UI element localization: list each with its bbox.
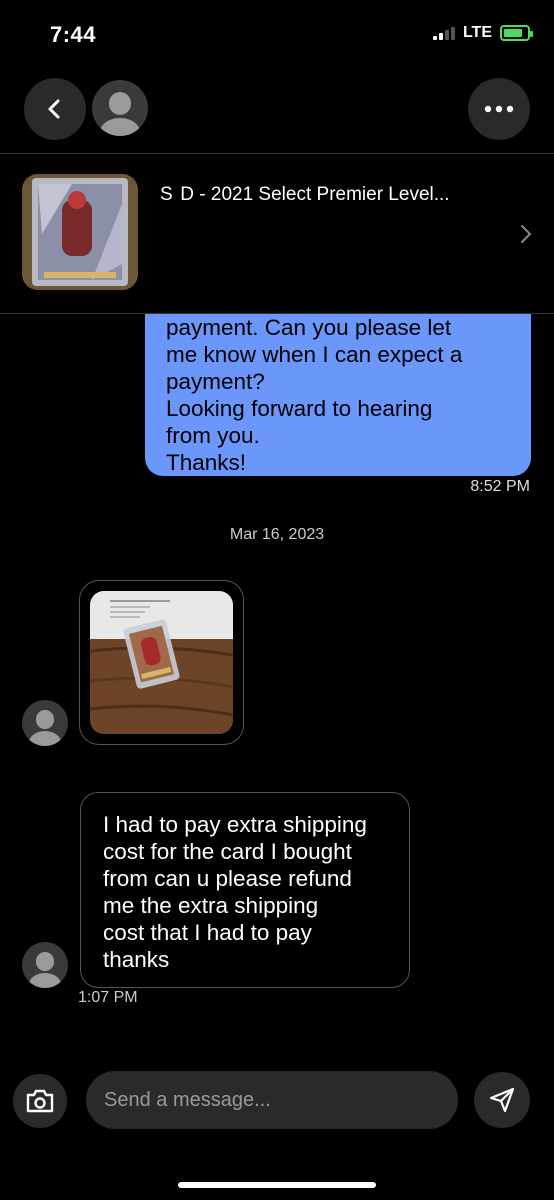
- send-icon: [489, 1087, 515, 1113]
- message-line: thanks: [103, 947, 170, 972]
- listing-item-bar[interactable]: S D - 2021 Select Premier Level...: [0, 154, 554, 314]
- photo-attachment: [90, 591, 233, 734]
- home-indicator[interactable]: [178, 1182, 376, 1188]
- ellipsis-icon: [484, 105, 514, 113]
- back-button[interactable]: [24, 78, 86, 140]
- message-input[interactable]: [86, 1071, 458, 1129]
- message-line: payment. Can you please let: [166, 315, 452, 340]
- item-title: S D - 2021 Select Premier Level...: [160, 184, 450, 205]
- send-button[interactable]: [474, 1072, 530, 1128]
- sender-avatar[interactable]: [22, 700, 68, 746]
- message-line: payment?: [166, 369, 265, 394]
- camera-button[interactable]: [13, 1074, 67, 1128]
- message-line: from you.: [166, 423, 260, 448]
- chevron-left-icon: [48, 99, 60, 119]
- message-line: I had to pay extra shipping: [103, 812, 367, 837]
- status-time: 7:44: [50, 22, 97, 47]
- message-line: cost that I had to pay: [103, 920, 312, 945]
- sent-message-time: 8:52 PM: [470, 478, 530, 495]
- more-options-button[interactable]: [468, 78, 530, 140]
- message-line: me know when I can expect a: [166, 342, 463, 367]
- item-thumbnail: [22, 174, 138, 290]
- sender-avatar[interactable]: [22, 942, 68, 988]
- camera-icon: [26, 1089, 54, 1113]
- message-line: Thanks!: [166, 450, 247, 475]
- avatar[interactable]: [92, 80, 148, 136]
- item-divider: [0, 313, 554, 314]
- status-indicators: LTE: [432, 24, 533, 42]
- battery-icon: [500, 25, 533, 41]
- message-line: Looking forward to hearing: [166, 396, 433, 421]
- received-message-bubble[interactable]: I had to pay extra shipping cost for the…: [80, 792, 410, 988]
- signal-icon: [432, 26, 455, 40]
- received-message-time: 1:07 PM: [78, 989, 138, 1006]
- network-label: LTE: [462, 24, 492, 41]
- date-divider: Mar 16, 2023: [229, 526, 325, 543]
- message-line: from can u please refund: [103, 866, 352, 891]
- chevron-right-icon: [521, 225, 532, 243]
- message-line: me the extra shipping: [103, 893, 319, 918]
- photo-message[interactable]: [79, 580, 244, 745]
- message-line: cost for the card I bought: [103, 839, 352, 864]
